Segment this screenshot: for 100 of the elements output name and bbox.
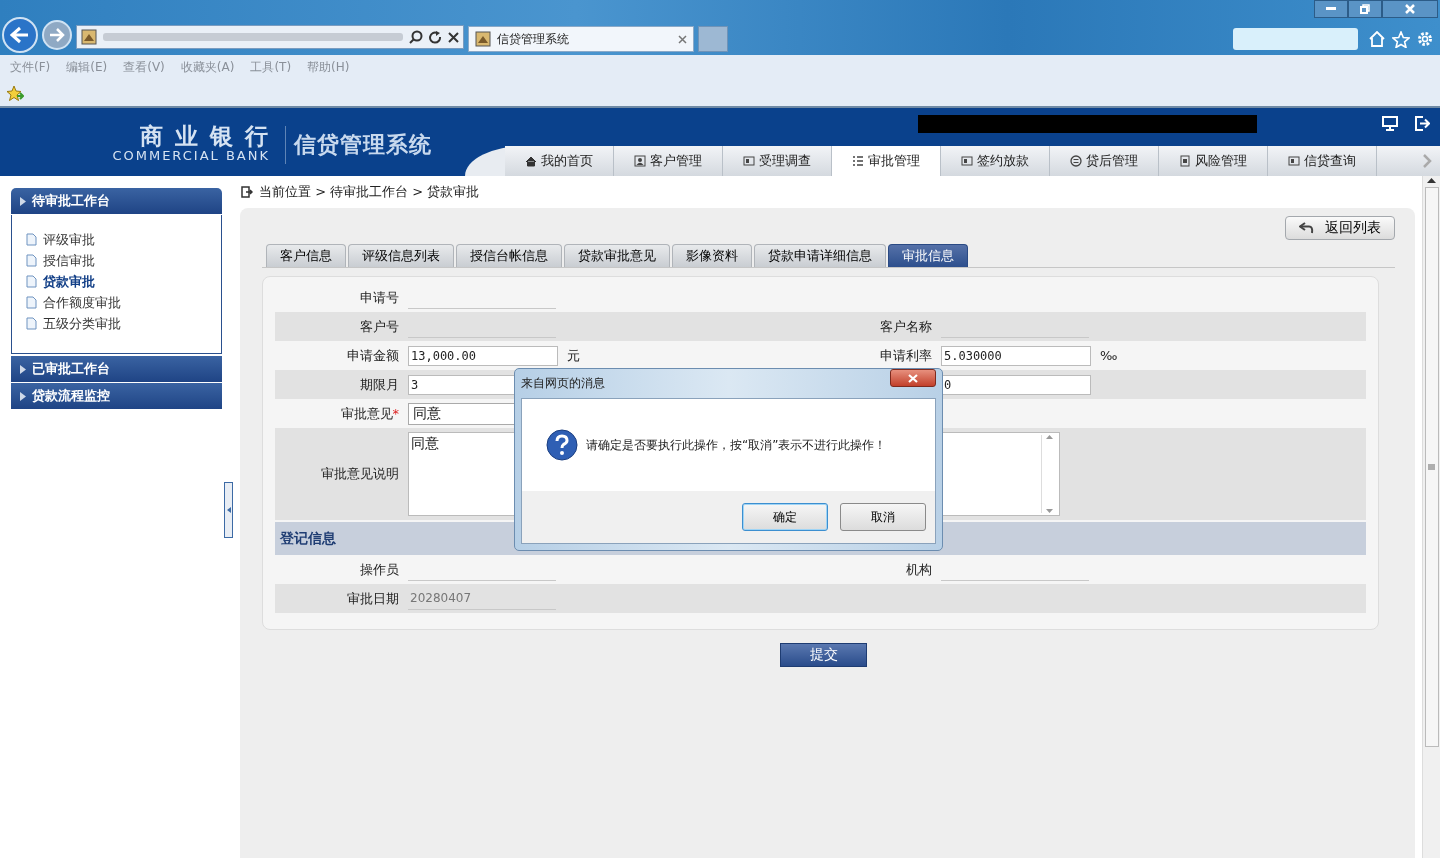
field-label: 客户名称 [879,317,932,336]
field-label: 客户号 [359,317,399,336]
back-button[interactable] [2,17,38,53]
close-button[interactable] [1382,0,1438,18]
browser-tab[interactable]: 信贷管理系统 [468,26,694,52]
restore-icon [1360,4,1370,14]
question-icon [546,429,578,461]
nav-tab[interactable]: 贷后管理 [1050,146,1159,176]
document-icon [26,296,37,309]
restore-button[interactable] [1348,0,1382,18]
field-label: 审批日期 [346,589,399,608]
close-icon [908,373,918,383]
list-icon [852,155,864,167]
scroll-up-icon [1427,178,1436,183]
field-label: 申请号 [359,288,399,307]
document-icon [26,233,37,246]
card-icon [743,155,755,167]
tab[interactable]: 客户信息 [266,244,346,267]
person-card-icon [634,155,646,167]
arrow-icon [10,26,30,44]
settings-icon[interactable] [1416,30,1434,48]
search-field[interactable] [1233,28,1358,50]
tab[interactable]: 审批信息 [888,244,968,267]
system-title: 信贷管理系统 [285,126,432,164]
triangle-icon [20,391,26,401]
sidebar-item[interactable]: 授信审批 [26,252,221,269]
dialog-button[interactable]: 取消 [840,503,926,531]
close-icon[interactable] [448,31,459,43]
dialog-message: 请确定是否要执行此操作，按“取消”表示不进行此操作！ [586,436,887,454]
forward-button[interactable] [42,20,72,50]
return-icon [1299,222,1315,234]
home-icon[interactable] [1368,31,1386,47]
tab[interactable]: 贷款审批意见 [564,244,670,267]
field-label: 审批意见说明 [320,465,399,483]
card-icon [961,155,973,167]
tab[interactable]: 贷款申请详细信息 [754,244,886,267]
address-bar[interactable] [76,25,464,49]
sidebar-item[interactable]: 评级审批 [26,231,221,248]
document-icon [26,317,37,330]
triangle-icon [20,196,26,206]
input-field[interactable]: 5.030000 [941,345,1091,366]
tab[interactable]: 评级信息列表 [348,244,454,267]
unit-label: 元 [567,346,580,365]
minimize-icon [1326,7,1336,11]
exit-icon[interactable] [1414,116,1430,131]
back-to-list-button[interactable]: 返回列表 [1285,216,1395,240]
nav-tab[interactable]: 风险管理 [1159,146,1268,176]
scrollbar[interactable] [1422,176,1440,858]
tab[interactable]: 授信台帐信息 [456,244,562,267]
input-field[interactable]: 0 [941,374,1091,395]
sidebar-item[interactable]: 合作额度审批 [26,294,221,311]
sidebar-item[interactable]: 贷款审批 [26,273,221,290]
nav-tab[interactable]: 受理调查 [723,146,832,176]
field-label: 申请金额 [346,346,399,365]
home-icon [525,155,537,167]
tab-title: 信贷管理系统 [497,30,570,48]
arrow-icon [49,28,65,42]
nav-tab[interactable]: 签约放款 [941,146,1050,176]
collapse-handle[interactable] [224,482,233,538]
document-icon [26,254,37,267]
star-icon[interactable] [1392,30,1410,48]
document-icon [26,275,37,288]
nav-tab[interactable]: 客户管理 [614,146,723,176]
page-icon [81,29,97,45]
submit-button[interactable]: 提交 [780,643,867,667]
sidebar-section-header[interactable]: 贷款流程监控 [11,383,222,409]
tab[interactable]: 影像资料 [672,244,752,267]
card-icon [1288,155,1300,167]
sidebar-section-header[interactable]: 待审批工作台 [11,188,222,214]
scroll-up-icon[interactable] [1046,435,1053,439]
minimize-button[interactable] [1314,0,1348,18]
unit-label: ‰ [1100,348,1118,363]
field-label: 审批意见* [339,404,399,423]
refresh-icon[interactable] [429,30,442,44]
grip-icon [1428,464,1435,470]
breadcrumb: 当前位置 > 待审批工作台 > 贷款审批 [259,183,480,201]
field-label: 操作员 [359,560,399,579]
field-label: 机构 [905,560,932,579]
favorites-star-icon[interactable] [6,84,24,102]
nav-tab[interactable]: 我的首页 [505,146,614,176]
triangle-icon [20,364,26,374]
input-field[interactable]: 13,000.00 [408,345,558,366]
bank-name: 商 业 银 行 [139,124,270,148]
search-icon[interactable] [409,30,423,44]
page-icon [475,31,491,47]
field-label: 申请利率 [879,346,932,365]
readonly-field: 20280407 [408,587,556,610]
nav-tab[interactable]: 审批管理 [832,146,941,176]
bank-name-english: COMMERCIAL BANK [112,148,270,163]
close-button[interactable] [890,369,936,387]
nav-tab[interactable]: 信贷查询 [1268,146,1377,176]
scroll-down-icon[interactable] [1046,509,1053,513]
dialog-button[interactable]: 确定 [742,503,828,531]
sidebar-section-header[interactable]: 已审批工作台 [11,356,222,382]
circle-icon [1070,155,1082,167]
triangle-icon [226,507,231,513]
monitor-icon[interactable] [1382,116,1398,131]
scrollbar-thumb[interactable] [1424,187,1439,747]
sidebar-item[interactable]: 五级分类审批 [26,315,221,332]
document-icon [1179,155,1191,167]
